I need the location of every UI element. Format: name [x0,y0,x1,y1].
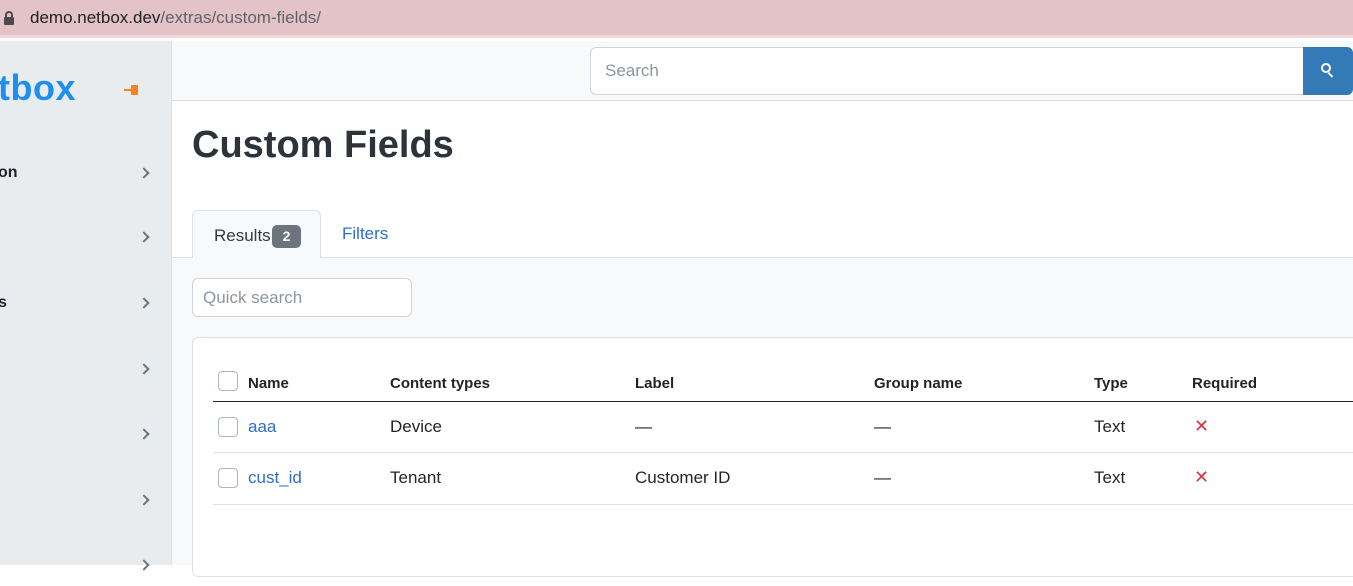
browser-address-bar[interactable]: demo.netbox.dev/extras/custom-fields/ [0,0,1353,38]
row-checkbox[interactable] [218,468,238,488]
column-header-required[interactable]: Required [1192,375,1257,392]
column-header-name[interactable]: Name [248,375,289,392]
sidebar-item-4[interactable] [0,350,160,390]
pin-icon[interactable] [124,85,140,95]
chevron-right-icon [138,494,150,506]
sidebar-item-1[interactable]: on [0,154,160,194]
search-input[interactable] [590,47,1304,95]
tab-results[interactable]: Results 2 [192,210,321,258]
tab-results-label: Results [214,226,271,245]
content-types-cell: Tenant [390,468,442,487]
column-header-label[interactable]: Label [635,375,674,392]
row-checkbox[interactable] [218,417,238,437]
sidebar-item-7[interactable] [0,546,160,586]
results-count-badge: 2 [272,225,301,248]
chevron-right-icon [138,559,150,571]
chevron-right-icon [138,428,150,440]
table-row: cust_id Tenant Customer ID — Text ✕ [213,453,1353,505]
quick-search-input[interactable] [192,278,412,317]
sidebar-item-label: on [0,164,18,181]
chevron-right-icon [138,167,150,179]
search-icon [1321,63,1334,78]
label-cell: — [635,417,652,436]
url-path: /extras/custom-fields/ [160,8,322,27]
content-types-cell: Device [390,417,442,436]
chevron-right-icon [138,297,150,309]
chevron-right-icon [138,363,150,375]
url-host: demo.netbox.dev [30,8,161,27]
custom-field-name-link[interactable]: aaa [248,417,276,437]
netbox-logo[interactable]: tbox [0,67,76,109]
url-text[interactable]: demo.netbox.dev/extras/custom-fields/ [30,8,321,28]
table-header-row: Name Content types Label Group name Type… [213,364,1353,402]
label-cell: Customer ID [635,468,731,487]
table-row: aaa Device — — Text ✕ [213,402,1353,453]
chevron-right-icon [138,231,150,243]
tab-filters[interactable]: Filters [342,224,388,244]
sidebar-item-3[interactable]: s [0,284,160,324]
column-header-group-name[interactable]: Group name [874,375,962,392]
page-title: Custom Fields [192,124,454,166]
lock-icon [4,11,14,25]
sidebar-item-5[interactable] [0,415,160,455]
type-cell: Text [1094,468,1126,487]
search-button[interactable] [1303,47,1353,95]
sidebar-item-2[interactable] [0,218,160,258]
required-false-icon: ✕ [1194,467,1210,487]
sidebar-item-6[interactable] [0,481,160,521]
sidebar-item-label: s [0,294,7,311]
sidebar: tbox on s [0,41,172,571]
type-cell: Text [1094,417,1126,436]
select-all-checkbox[interactable] [218,371,238,391]
column-header-type[interactable]: Type [1094,375,1128,392]
custom-field-name-link[interactable]: cust_id [248,468,302,488]
column-header-content-types[interactable]: Content types [390,375,490,392]
group-name-cell: — [874,468,891,487]
top-bar [172,41,1353,101]
group-name-cell: — [874,417,891,436]
required-false-icon: ✕ [1194,416,1210,436]
